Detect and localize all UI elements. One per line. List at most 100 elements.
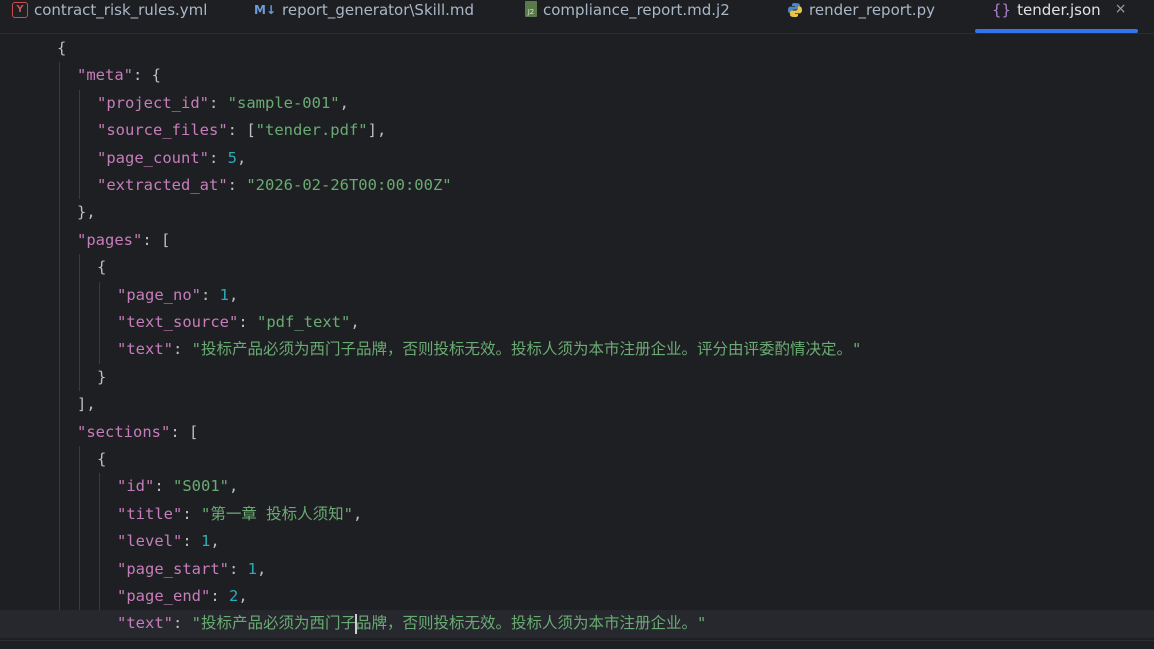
code-line: "id": "S001", — [0, 473, 1154, 500]
code-line-content: "source_files": ["tender.pdf"], — [97, 117, 386, 144]
markdown-file-icon: M↓ — [254, 3, 276, 17]
code-line: { — [0, 35, 1154, 62]
json-key: "extracted_at" — [97, 176, 228, 194]
json-string-value: "投标产品必须为西门子 — [191, 614, 357, 633]
json-key: "id" — [117, 477, 155, 496]
code-line: "page_end": 2, — [0, 583, 1154, 610]
json-punctuation: : — [238, 313, 257, 331]
code-line-content: "level": 1, — [117, 528, 220, 555]
json-key: "pages" — [77, 230, 143, 249]
json-key: "meta" — [77, 66, 133, 85]
code-line-content: { — [97, 446, 106, 473]
json-punctuation: ], — [77, 395, 96, 414]
json-key: "page_no" — [117, 285, 201, 304]
json-punctuation: : — [173, 614, 192, 633]
python-file-icon — [787, 0, 803, 23]
json-punctuation: { — [97, 258, 107, 277]
json-punctuation: : — [182, 504, 201, 523]
json-string-value: "S001" — [173, 477, 229, 496]
tab-skill-md[interactable]: M↓ report_generator\Skill.md — [254, 0, 474, 33]
json-punctuation: : — [228, 559, 248, 578]
code-line: { — [0, 446, 1154, 473]
json-punctuation: : — [208, 148, 228, 167]
code-line: "extracted_at": "2026-02-26T00:00:00Z" — [0, 172, 1154, 199]
code-line: { — [0, 254, 1154, 281]
json-punctuation: : { — [133, 66, 161, 85]
code-line: "text": "投标产品必须为西门子品牌，否则投标无效。投标人须为本市注册企业… — [0, 610, 1154, 638]
code-line-content: "meta": { — [77, 62, 161, 89]
json-key: "page_end" — [117, 587, 211, 605]
json-key: "text" — [117, 614, 173, 633]
json-punctuation: , — [339, 93, 349, 112]
json-punctuation: }, — [77, 203, 96, 222]
code-line: "source_files": ["tender.pdf"], — [0, 117, 1154, 144]
json-string-value: "第一章 投标人须知" — [201, 504, 353, 523]
code-line-content: { — [57, 35, 66, 62]
json-key: "text" — [117, 340, 173, 359]
json-punctuation: : — [154, 477, 173, 496]
json-key: "source_files" — [97, 121, 228, 140]
json-punctuation: : — [210, 587, 229, 605]
tab-label: render_report.py — [809, 1, 935, 19]
json-number-value: 1 — [219, 285, 230, 304]
json-punctuation: : — [227, 176, 247, 194]
code-line-content: { — [97, 254, 106, 281]
tab-compliance-report[interactable]: J2 compliance_report.md.j2 — [525, 0, 730, 33]
json-key: "level" — [117, 532, 183, 551]
json-string-value: "pdf_text" — [257, 313, 351, 331]
json-punctuation: ], — [367, 121, 387, 140]
tab-label: compliance_report.md.j2 — [543, 1, 730, 19]
json-punctuation: , — [229, 477, 239, 496]
json-string-value: "2026-02-26T00:00:00Z" — [246, 176, 452, 194]
json-key: "text_source" — [117, 313, 239, 331]
json-string-value: "tender.pdf" — [255, 121, 368, 140]
code-line: "text_source": "pdf_text", — [0, 309, 1154, 336]
code-line: "text": "投标产品必须为西门子品牌，否则投标无效。投标人须为本市注册企业… — [0, 336, 1154, 363]
json-key: "page_start" — [117, 559, 229, 578]
json-string-value: 品牌，否则投标无效。投标人须为本市注册企业。" — [356, 614, 707, 633]
code-line-content: "page_count": 5, — [97, 145, 246, 172]
code-line: "sections": [ — [0, 419, 1154, 446]
code-line: "level": 1, — [0, 528, 1154, 555]
json-punctuation: } — [97, 367, 107, 386]
code-line-content: "text": "投标产品必须为西门子品牌，否则投标无效。投标人须为本市注册企业… — [117, 610, 706, 637]
json-key: "page_count" — [97, 148, 209, 167]
json-punctuation: , — [353, 504, 363, 523]
tab-render-report[interactable]: render_report.py — [787, 0, 935, 33]
code-line-content: "text": "投标产品必须为西门子品牌，否则投标无效。投标人须为本市注册企业… — [117, 336, 861, 363]
json-punctuation: : — [182, 532, 201, 551]
code-line: "meta": { — [0, 62, 1154, 89]
code-line: } — [0, 364, 1154, 391]
code-line: "project_id": "sample-001", — [0, 90, 1154, 117]
tab-contract-risk-rules[interactable]: Y contract_risk_rules.yml — [12, 0, 207, 33]
code-line-content: } — [97, 364, 106, 391]
json-punctuation: : [ — [142, 230, 171, 249]
tab-label: tender.json — [1017, 1, 1101, 19]
code-line-content: "text_source": "pdf_text", — [117, 309, 360, 336]
code-line: "page_no": 1, — [0, 282, 1154, 309]
code-editor[interactable]: {"meta": {"project_id": "sample-001", "so… — [0, 34, 1154, 640]
code-line-content: "title": "第一章 投标人须知", — [117, 501, 362, 528]
json-key: "sections" — [77, 422, 171, 441]
tab-label: contract_risk_rules.yml — [34, 1, 208, 19]
jinja2-file-icon: J2 — [525, 1, 537, 17]
json-punctuation: , — [350, 313, 360, 331]
code-line: "page_start": 1, — [0, 556, 1154, 583]
json-punctuation: : — [201, 285, 220, 304]
json-punctuation: { — [57, 39, 67, 57]
json-string-value: "投标产品必须为西门子品牌，否则投标无效。投标人须为本市注册企业。评分由评委酌情… — [191, 340, 862, 359]
json-punctuation: { — [97, 450, 107, 468]
json-punctuation: : — [173, 340, 192, 359]
json-punctuation: : [ — [170, 422, 199, 441]
json-punctuation: , — [237, 148, 247, 167]
tab-label: report_generator\Skill.md — [282, 1, 475, 19]
code-line-content: }, — [77, 199, 96, 226]
close-tab-icon[interactable]: × — [1115, 0, 1127, 18]
json-punctuation: , — [210, 532, 220, 551]
code-line-content: "sections": [ — [77, 419, 198, 446]
editor-tab-bar: Y contract_risk_rules.yml M↓ report_gene… — [0, 0, 1154, 34]
code-line-content: "page_no": 1, — [117, 282, 238, 309]
code-line-content: "pages": [ — [77, 227, 170, 254]
json-file-icon: {} — [992, 1, 1012, 19]
json-number-value: 1 — [247, 559, 257, 578]
